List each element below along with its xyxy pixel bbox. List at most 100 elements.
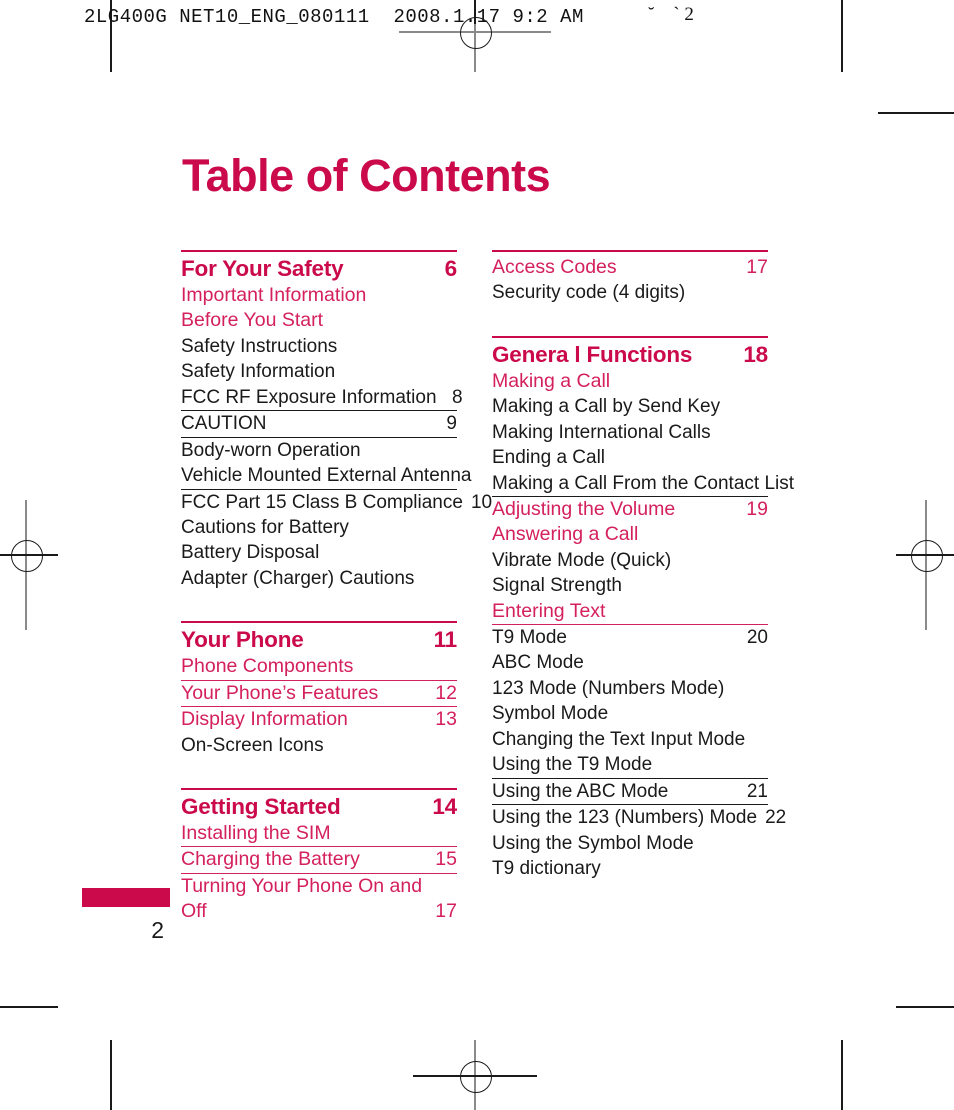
toc-entry[interactable]: Using the 123 (Numbers) Mode 22	[492, 805, 786, 830]
toc-section-heading[interactable]: Getting Started 14	[181, 793, 457, 821]
toc-entry[interactable]: Signal Strength	[492, 573, 768, 598]
toc-entry-label: Adapter (Charger) Cautions	[181, 567, 415, 589]
toc-entry[interactable]: T9 Mode 20	[492, 625, 768, 650]
toc-section-heading-page: 14	[432, 793, 457, 819]
toc-column-left: For Your Safety 6 Important Information Bef…	[181, 250, 492, 925]
toc-entry[interactable]: Making a Call	[492, 369, 768, 394]
toc-entry-label: Entering Text	[492, 599, 606, 622]
toc-entry[interactable]: Vibrate Mode (Quick)	[492, 548, 768, 573]
toc-entry[interactable]: Adapter (Charger) Cautions	[181, 566, 457, 591]
toc-entry[interactable]: 123 Mode (Numbers Mode)	[492, 676, 768, 701]
toc-section-heading[interactable]: For Your Safety 6	[181, 255, 457, 283]
toc-section: Genera l Functions 18 Making a Call Making …	[492, 335, 794, 882]
toc-entry-label: Making a Call	[492, 369, 611, 392]
toc-entry-label: Using the 123 (Numbers) Mode	[492, 807, 758, 829]
toc-entry-label: Making a Call by Send Key	[492, 396, 721, 418]
toc-entry[interactable]: Adjusting the Volume 19	[492, 497, 768, 522]
toc-entry[interactable]: Making a Call by Send Key	[492, 394, 768, 419]
toc-section-heading-page: 18	[743, 341, 768, 367]
toc-entry[interactable]: Ending a Call	[492, 445, 768, 470]
toc-entry-label: Display Information	[181, 708, 348, 731]
toc-entry-label-continued-line: Off 17	[181, 899, 457, 924]
toc-entry-page: 19	[746, 498, 768, 521]
toc-entry-label: Access Codes	[492, 256, 617, 278]
toc-entry-label: Important Information	[181, 284, 367, 307]
toc-entry[interactable]: Making a Call From the Contact List	[492, 471, 794, 498]
toc-entry-label: Making a Call From the Contact List	[492, 472, 795, 494]
toc-section-heading-page: 6	[444, 256, 458, 281]
toc-entry[interactable]: Safety Information	[181, 359, 457, 384]
toc-entry-page: 22	[765, 807, 787, 829]
toc-entry-label: Vibrate Mode (Quick)	[492, 549, 672, 571]
toc-entry[interactable]: Body-worn Operation	[181, 438, 457, 463]
toc-entry[interactable]: T9 dictionary	[492, 856, 768, 881]
toc-entry[interactable]: Safety Instructions	[181, 334, 457, 359]
toc-entry-label: Safety Instructions	[181, 335, 338, 357]
toc-entry-label: Phone Components	[181, 655, 354, 678]
toc-entry[interactable]: Entering Text	[492, 599, 768, 626]
toc-entry-page: 20	[746, 627, 768, 649]
toc-entry[interactable]: Using the ABC Mode 21	[492, 779, 768, 806]
toc-entry-label: Safety Information	[181, 361, 336, 383]
toc-entry[interactable]: ABC Mode	[492, 650, 768, 675]
toc-entry[interactable]: Your Phone’s Features 12	[181, 681, 457, 708]
toc-entry-label: Symbol Mode	[492, 703, 609, 725]
toc-entry-label: T9 Mode	[492, 627, 567, 649]
toc-entry-label: Answering a Call	[492, 523, 639, 546]
toc-entry-label: Changing the Text Input Mode	[492, 728, 746, 750]
toc-entry[interactable]: Cautions for Battery	[181, 515, 457, 540]
toc-entry-label-continued: Off	[181, 900, 207, 923]
toc-entry[interactable]: Security code (4 digits)	[492, 280, 768, 305]
toc-section-heading-page: 11	[433, 627, 458, 653]
document-page: Table of Contents For Your Safety 6 Import…	[0, 0, 954, 1110]
toc-entry-label: Cautions for Battery	[181, 516, 349, 538]
toc-entry-page: 17	[746, 256, 768, 278]
toc-entry[interactable]: FCC Part 15 Class B Compliance 10	[181, 490, 492, 515]
toc-entry-label: Battery Disposal	[181, 542, 320, 564]
toc-entry[interactable]: CAUTION 9	[181, 411, 457, 438]
toc-entry[interactable]: On-Screen Icons	[181, 733, 457, 758]
folio-tab	[82, 888, 170, 907]
toc-entry[interactable]: Changing the Text Input Mode	[492, 727, 768, 752]
toc-entry-label: FCC Part 15 Class B Compliance	[181, 491, 463, 513]
toc-entry[interactable]: Charging the Battery 15	[181, 847, 457, 874]
toc-entry[interactable]: Symbol Mode	[492, 701, 768, 726]
toc-section-heading-label: Your Phone	[181, 627, 304, 653]
toc-section-heading[interactable]: Your Phone 11	[181, 626, 457, 654]
toc-entry[interactable]: Before You Start	[181, 308, 457, 333]
toc-entry[interactable]: Installing the SIM	[181, 821, 457, 848]
toc-entry[interactable]: Important Information	[181, 283, 457, 308]
folio-number: 2	[151, 917, 164, 943]
toc-entry[interactable]: Access Codes 17	[492, 255, 768, 280]
toc-entry[interactable]: Using the T9 Mode	[492, 752, 768, 779]
toc-entry[interactable]: Using the Symbol Mode	[492, 831, 768, 856]
toc-entry[interactable]: Making International Calls	[492, 420, 768, 445]
toc-entry[interactable]: Display Information 13	[181, 707, 457, 732]
toc-entry[interactable]: Turning Your Phone On and Off 17	[181, 874, 457, 925]
toc-entry-label: Your Phone’s Features	[181, 681, 379, 704]
toc-entry[interactable]: Vehicle Mounted External Antenna	[181, 463, 471, 490]
toc-entry-label: Before You Start	[181, 309, 324, 332]
toc-section-heading[interactable]: Genera l Functions 18	[492, 341, 768, 369]
toc-entry-label: 123 Mode (Numbers Mode)	[492, 677, 725, 699]
toc-column-right: Access Codes 17 Security code (4 digits) Ge…	[492, 250, 794, 882]
toc-entry[interactable]: Phone Components	[181, 654, 457, 681]
toc-entry-label: Turning Your Phone On and	[181, 874, 423, 897]
toc-entry-label: Signal Strength	[492, 575, 622, 597]
toc-entry-label: Installing the SIM	[181, 822, 331, 845]
toc-entry-page: 21	[746, 780, 768, 802]
toc-entry-label: Using the T9 Mode	[492, 754, 653, 776]
toc-entry-page: 17	[435, 900, 457, 923]
toc-entry-label: Vehicle Mounted External Antenna	[181, 465, 472, 487]
toc-entry-label: Security code (4 digits)	[492, 282, 686, 304]
toc-entry-label: Using the Symbol Mode	[492, 832, 694, 854]
toc-entry-label: FCC RF Exposure Information	[181, 386, 437, 408]
toc-entry-page: 15	[435, 848, 457, 871]
toc-entry[interactable]: Answering a Call	[492, 522, 768, 547]
toc-entry[interactable]: Battery Disposal	[181, 540, 457, 565]
toc-entry-page: 10	[470, 491, 493, 513]
page-title: Table of Contents	[182, 150, 551, 201]
toc-section-heading-label: Getting Started	[181, 793, 341, 819]
toc-entry-label: Ending a Call	[492, 447, 606, 469]
toc-entry[interactable]: FCC RF Exposure Information 8	[181, 385, 463, 412]
